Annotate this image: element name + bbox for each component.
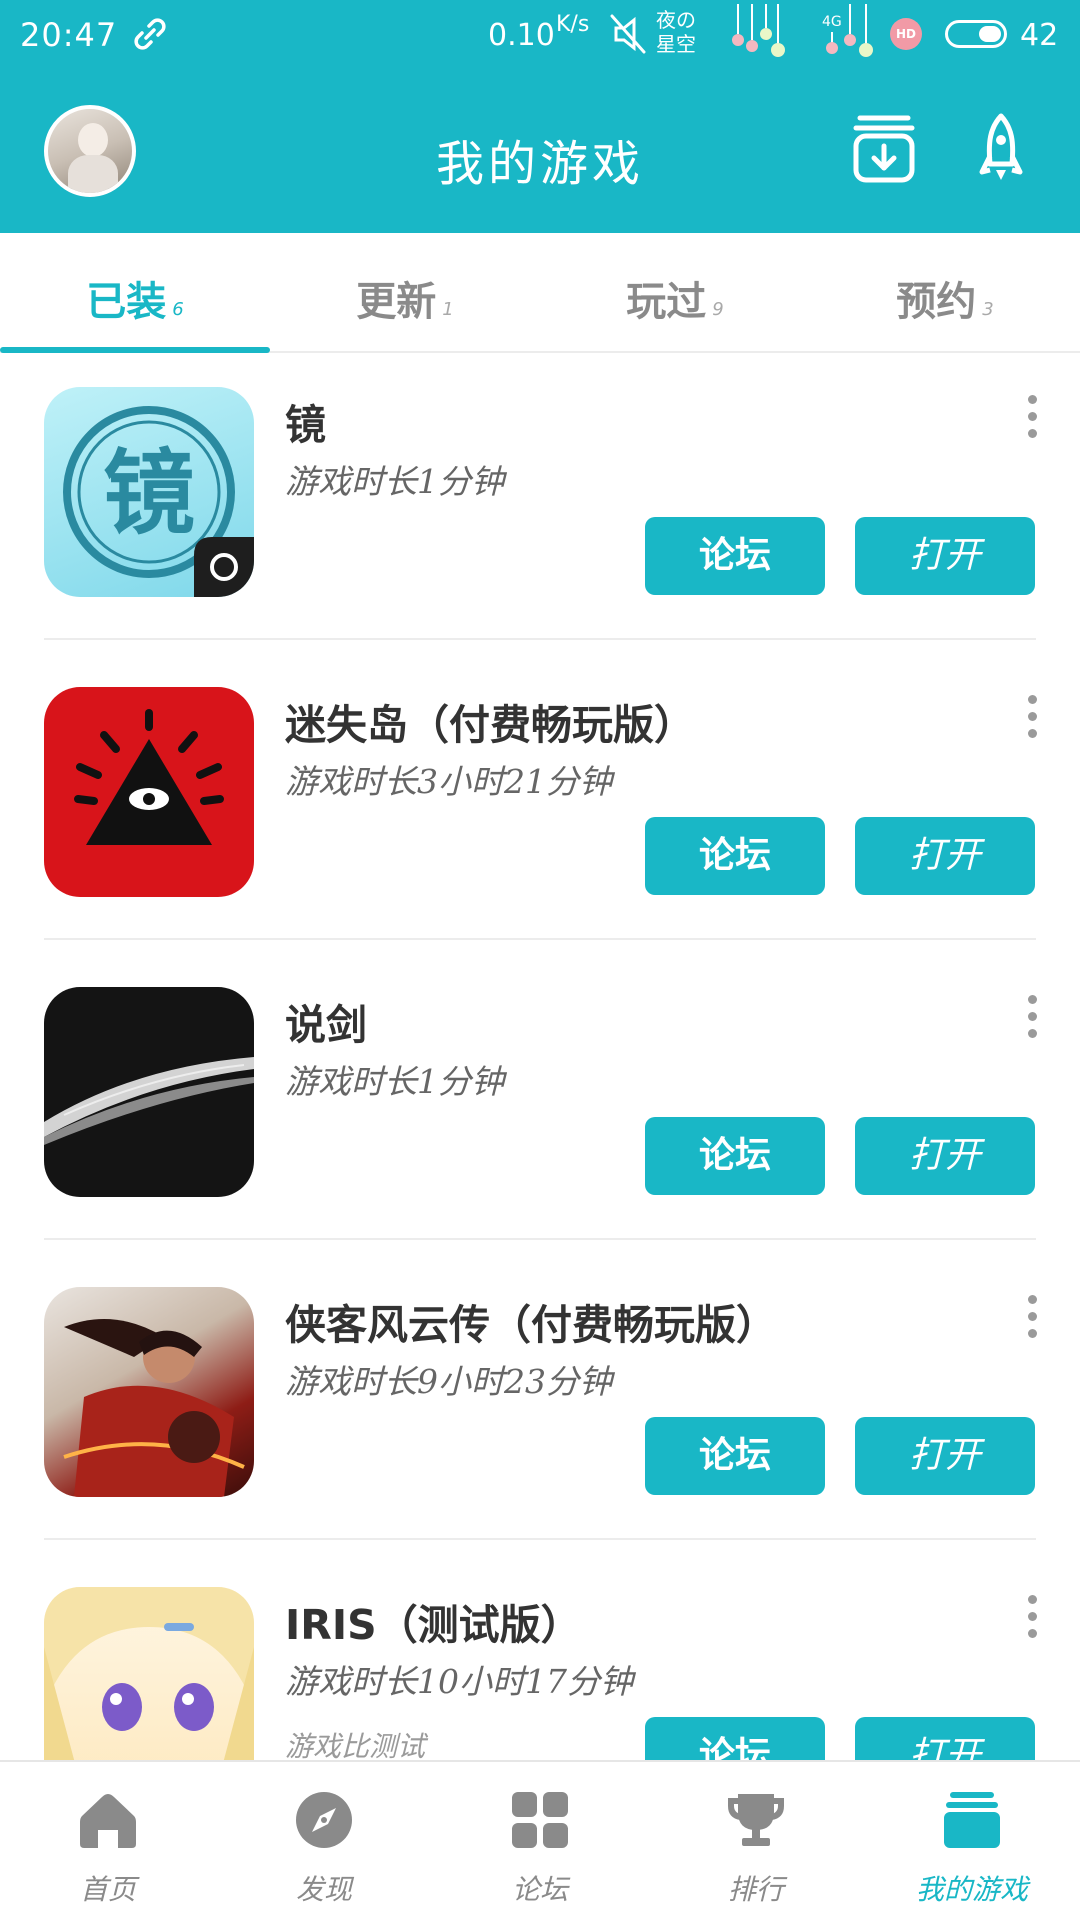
nav-forum-label: 论坛 — [511, 1873, 568, 1906]
tab-updates-label: 更新 — [356, 279, 437, 325]
tab-installed-label: 已装 — [86, 279, 167, 325]
forum-button[interactable]: 论坛 — [645, 1717, 825, 1760]
battery-level: 42 — [1020, 18, 1059, 53]
network-4g-icon: 4G — [818, 4, 898, 68]
app-header: 20:47 0.10 K/s 夜の 星空 4G HD 42 我的游戏 — [0, 0, 1080, 233]
nav-my-games-label: 我的游戏 — [915, 1873, 1028, 1906]
tab-installed[interactable]: 已装 6 — [0, 269, 270, 327]
tab-reserved-count: 3 — [982, 299, 994, 320]
game-playtime: 游戏时长10小时17分钟 — [285, 1662, 633, 1701]
open-button[interactable]: 打开 — [855, 1717, 1035, 1760]
more-options-icon[interactable] — [1020, 1295, 1044, 1345]
mute-icon — [608, 12, 648, 60]
game-playtime: 游戏时长1分钟 — [285, 1062, 504, 1101]
open-button[interactable]: 打开 — [855, 517, 1035, 595]
more-options-icon[interactable] — [1020, 695, 1044, 745]
tab-played-label: 玩过 — [626, 279, 707, 325]
bottom-navigation: 首页 发现 论坛 排行 我的游戏 — [0, 1760, 1080, 1920]
carrier-label: 夜の 星空 — [656, 8, 696, 56]
grid-icon — [510, 1790, 570, 1850]
status-bar: 20:47 0.10 K/s 夜の 星空 4G HD 42 — [0, 0, 1080, 75]
game-icon-jing-glyph: 镜 — [103, 439, 195, 547]
tab-updates-count: 1 — [442, 299, 454, 320]
trophy-icon — [726, 1790, 786, 1850]
game-icon-iris[interactable] — [44, 1587, 254, 1760]
game-icon-jing[interactable]: 镜 — [44, 387, 254, 597]
forum-button[interactable]: 论坛 — [645, 1417, 825, 1495]
game-item[interactable]: 迷失岛（付费畅玩版） 游戏时长3小时21分钟 论坛 打开 — [0, 655, 1080, 955]
game-extra-info: 游戏比测试 — [285, 1730, 426, 1760]
game-name: 镜 — [285, 401, 326, 449]
hd-voice-badge: HD — [890, 18, 922, 50]
open-button[interactable]: 打开 — [855, 1117, 1035, 1195]
nav-home[interactable]: 首页 — [0, 1762, 216, 1920]
divider — [44, 1538, 1036, 1540]
divider — [44, 938, 1036, 940]
nav-my-games[interactable]: 我的游戏 — [864, 1762, 1080, 1920]
game-icon-xiake[interactable] — [44, 1287, 254, 1497]
open-button[interactable]: 打开 — [855, 1417, 1035, 1495]
game-playtime: 游戏时长9小时23分钟 — [285, 1362, 612, 1401]
game-name: IRIS（测试版） — [285, 1601, 582, 1649]
status-time: 20:47 — [20, 16, 118, 54]
divider — [44, 1238, 1036, 1240]
tab-reserved-label: 预约 — [896, 279, 977, 325]
forum-button[interactable]: 论坛 — [645, 517, 825, 595]
link-icon — [130, 14, 170, 63]
forum-button[interactable]: 论坛 — [645, 817, 825, 895]
tab-bar: 已装 6 更新 1 玩过 9 预约 3 — [0, 233, 1080, 353]
game-name: 侠客风云传（付费畅玩版） — [285, 1301, 777, 1349]
forum-button[interactable]: 论坛 — [645, 1117, 825, 1195]
nav-discover-label: 发现 — [295, 1873, 352, 1906]
download-manager-icon[interactable] — [852, 112, 916, 188]
open-button[interactable]: 打开 — [855, 817, 1035, 895]
tab-reserved[interactable]: 预约 3 — [810, 269, 1080, 327]
nav-home-label: 首页 — [79, 1873, 136, 1906]
game-item[interactable]: IRIS（测试版） 游戏时长10小时17分钟 游戏比测试 论坛 打开 — [0, 1555, 1080, 1760]
game-name: 说剑 — [285, 1001, 367, 1049]
carrier-line-2: 星空 — [656, 32, 696, 56]
more-options-icon[interactable] — [1020, 1595, 1044, 1645]
divider — [44, 638, 1036, 640]
game-icon-shuojian[interactable] — [44, 987, 254, 1197]
tab-updates[interactable]: 更新 1 — [270, 269, 540, 327]
more-options-icon[interactable] — [1020, 995, 1044, 1045]
compass-icon — [294, 1790, 354, 1850]
carrier-line-1: 夜の — [656, 8, 696, 32]
tab-played[interactable]: 玩过 9 — [540, 269, 810, 327]
network-label: 4G — [822, 14, 842, 30]
nav-discover[interactable]: 发现 — [216, 1762, 432, 1920]
nav-forum[interactable]: 论坛 — [432, 1762, 648, 1920]
battery-icon — [945, 20, 1007, 48]
game-item[interactable]: 说剑 游戏时长1分钟 论坛 打开 — [0, 955, 1080, 1255]
game-item[interactable]: 侠客风云传（付费畅玩版） 游戏时长9小时23分钟 论坛 打开 — [0, 1255, 1080, 1555]
signal-stars-icon — [728, 4, 808, 68]
nav-ranking[interactable]: 排行 — [648, 1762, 864, 1920]
tab-active-indicator — [0, 347, 270, 353]
stack-icon — [942, 1790, 1002, 1850]
tab-played-count: 9 — [712, 299, 724, 320]
game-name: 迷失岛（付费畅玩版） — [285, 701, 695, 749]
page-title: 我的游戏 — [435, 136, 644, 192]
game-playtime: 游戏时长3小时21分钟 — [285, 762, 612, 801]
game-playtime: 游戏时长1分钟 — [285, 462, 504, 501]
game-icon-lost-island[interactable] — [44, 687, 254, 897]
tab-installed-count: 6 — [172, 299, 184, 320]
net-speed-unit: K/s — [556, 12, 590, 37]
home-icon — [78, 1790, 138, 1850]
rocket-icon[interactable] — [978, 112, 1024, 188]
nav-ranking-label: 排行 — [727, 1873, 784, 1906]
net-speed-value: 0.10 — [488, 18, 555, 53]
more-options-icon[interactable] — [1020, 395, 1044, 445]
game-item[interactable]: 镜 镜 游戏时长1分钟 论坛 打开 — [0, 355, 1080, 655]
game-list[interactable]: 镜 镜 游戏时长1分钟 论坛 打开 迷失岛（付费畅玩版） 游戏时长3小时21分钟… — [0, 355, 1080, 1760]
